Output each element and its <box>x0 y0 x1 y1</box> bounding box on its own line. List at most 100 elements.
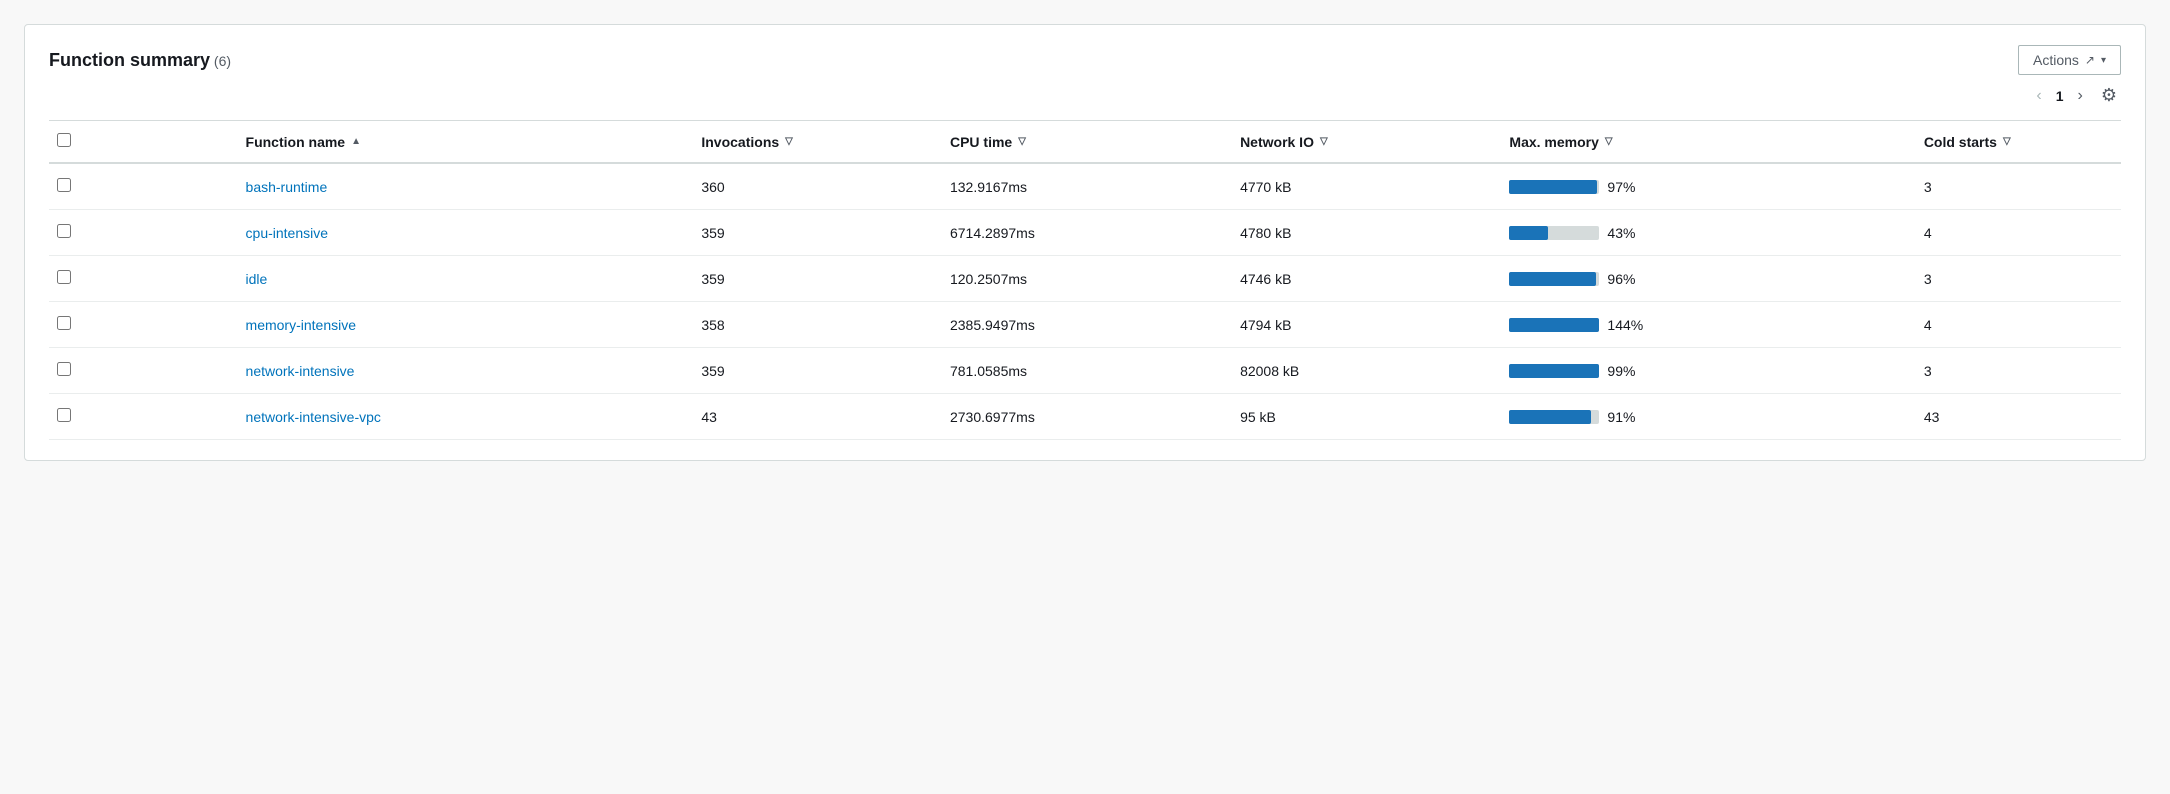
row-invocations-1: 359 <box>691 210 940 256</box>
row-fn-name-4: network-intensive <box>236 348 692 394</box>
memory-pct-label-1: 43% <box>1607 225 1645 241</box>
col-label-max-memory: Max. memory <box>1509 134 1598 150</box>
row-cold-starts-2: 3 <box>1914 256 2121 302</box>
table-row: memory-intensive 358 2385.9497ms 4794 kB… <box>49 302 2121 348</box>
col-header-invocations[interactable]: Invocations ▽ <box>691 121 940 164</box>
table-header-row: Function name ▲ Invocations ▽ CPU time ▽ <box>49 121 2121 164</box>
row-checkbox-4[interactable] <box>57 362 71 376</box>
row-checkbox-cell-5 <box>49 394 236 440</box>
row-fn-name-5: network-intensive-vpc <box>236 394 692 440</box>
row-invocations-4: 359 <box>691 348 940 394</box>
col-header-network-io[interactable]: Network IO ▽ <box>1230 121 1499 164</box>
col-label-cold-starts: Cold starts <box>1924 134 1997 150</box>
row-invocations-5: 43 <box>691 394 940 440</box>
select-all-checkbox[interactable] <box>57 133 71 147</box>
memory-bar-container-3 <box>1509 318 1599 332</box>
memory-bar-fill-0 <box>1509 180 1596 194</box>
function-link-2[interactable]: idle <box>246 271 268 287</box>
page-number: 1 <box>2056 88 2064 104</box>
row-checkbox-cell-4 <box>49 348 236 394</box>
row-max-memory-3: 144% <box>1499 302 1913 348</box>
table-row: network-intensive 359 781.0585ms 82008 k… <box>49 348 2121 394</box>
row-network-io-2: 4746 kB <box>1230 256 1499 302</box>
row-max-memory-0: 97% <box>1499 163 1913 210</box>
function-link-0[interactable]: bash-runtime <box>246 179 328 195</box>
dropdown-icon: ▾ <box>2101 55 2106 66</box>
row-cold-starts-4: 3 <box>1914 348 2121 394</box>
col-header-cpu-time[interactable]: CPU time ▽ <box>940 121 1230 164</box>
row-invocations-0: 360 <box>691 163 940 210</box>
row-cpu-time-5: 2730.6977ms <box>940 394 1230 440</box>
row-max-memory-5: 91% <box>1499 394 1913 440</box>
memory-pct-label-5: 91% <box>1607 409 1645 425</box>
col-label-invocations: Invocations <box>701 134 779 150</box>
next-page-button[interactable]: › <box>2072 85 2089 107</box>
function-link-5[interactable]: network-intensive-vpc <box>246 409 381 425</box>
card-header: Function summary (6) Actions ↗ ▾ <box>49 45 2121 75</box>
row-cold-starts-3: 4 <box>1914 302 2121 348</box>
row-checkbox-3[interactable] <box>57 316 71 330</box>
card-title: Function summary (6) <box>49 50 231 71</box>
function-link-4[interactable]: network-intensive <box>246 363 355 379</box>
row-checkbox-cell-0 <box>49 163 236 210</box>
memory-bar-container-4 <box>1509 364 1599 378</box>
table-row: cpu-intensive 359 6714.2897ms 4780 kB 43… <box>49 210 2121 256</box>
col-header-max-memory[interactable]: Max. memory ▽ <box>1499 121 1913 164</box>
row-network-io-4: 82008 kB <box>1230 348 1499 394</box>
memory-pct-label-0: 97% <box>1607 179 1645 195</box>
function-summary-card: Function summary (6) Actions ↗ ▾ ‹ 1 › ⚙… <box>24 24 2146 461</box>
memory-bar-container-1 <box>1509 226 1599 240</box>
function-link-1[interactable]: cpu-intensive <box>246 225 329 241</box>
sort-desc-icon-net: ▽ <box>1320 136 1328 147</box>
memory-bar-fill-2 <box>1509 272 1595 286</box>
col-header-cold-starts[interactable]: Cold starts ▽ <box>1914 121 2121 164</box>
col-label-cpu-time: CPU time <box>950 134 1012 150</box>
row-checkbox-cell-3 <box>49 302 236 348</box>
table-row: bash-runtime 360 132.9167ms 4770 kB 97% … <box>49 163 2121 210</box>
title-text: Function summary <box>49 50 210 70</box>
row-checkbox-1[interactable] <box>57 224 71 238</box>
row-network-io-0: 4770 kB <box>1230 163 1499 210</box>
memory-pct-label-4: 99% <box>1607 363 1645 379</box>
row-max-memory-4: 99% <box>1499 348 1913 394</box>
row-invocations-2: 359 <box>691 256 940 302</box>
row-cpu-time-1: 6714.2897ms <box>940 210 1230 256</box>
col-label-function-name: Function name <box>246 134 346 150</box>
row-fn-name-3: memory-intensive <box>236 302 692 348</box>
row-cpu-time-3: 2385.9497ms <box>940 302 1230 348</box>
memory-pct-label-2: 96% <box>1607 271 1645 287</box>
memory-bar-fill-5 <box>1509 410 1591 424</box>
memory-bar-fill-1 <box>1509 226 1548 240</box>
memory-bar-container-0 <box>1509 180 1599 194</box>
row-max-memory-1: 43% <box>1499 210 1913 256</box>
table-row: idle 359 120.2507ms 4746 kB 96% 3 <box>49 256 2121 302</box>
sort-desc-icon-mem: ▽ <box>1605 136 1613 147</box>
row-checkbox-0[interactable] <box>57 178 71 192</box>
col-label-network-io: Network IO <box>1240 134 1314 150</box>
row-cpu-time-2: 120.2507ms <box>940 256 1230 302</box>
row-fn-name-2: idle <box>236 256 692 302</box>
function-table: Function name ▲ Invocations ▽ CPU time ▽ <box>49 120 2121 440</box>
row-cold-starts-0: 3 <box>1914 163 2121 210</box>
table-row: network-intensive-vpc 43 2730.6977ms 95 … <box>49 394 2121 440</box>
function-link-3[interactable]: memory-intensive <box>246 317 356 333</box>
memory-pct-label-3: 144% <box>1607 317 1645 333</box>
row-network-io-5: 95 kB <box>1230 394 1499 440</box>
sort-desc-icon-inv: ▽ <box>785 136 793 147</box>
row-max-memory-2: 96% <box>1499 256 1913 302</box>
actions-label: Actions <box>2033 52 2079 68</box>
sort-desc-icon-cold: ▽ <box>2003 136 2011 147</box>
column-settings-button[interactable]: ⚙ <box>2097 83 2121 108</box>
row-checkbox-cell-1 <box>49 210 236 256</box>
row-checkbox-2[interactable] <box>57 270 71 284</box>
actions-button[interactable]: Actions ↗ ▾ <box>2018 45 2121 75</box>
memory-bar-fill-3 <box>1509 318 1599 332</box>
row-cold-starts-1: 4 <box>1914 210 2121 256</box>
sort-desc-icon-cpu: ▽ <box>1018 136 1026 147</box>
col-header-function-name[interactable]: Function name ▲ <box>236 121 692 164</box>
row-invocations-3: 358 <box>691 302 940 348</box>
export-icon: ↗ <box>2085 53 2095 67</box>
title-count: (6) <box>214 53 231 69</box>
prev-page-button[interactable]: ‹ <box>2030 85 2047 107</box>
row-checkbox-5[interactable] <box>57 408 71 422</box>
